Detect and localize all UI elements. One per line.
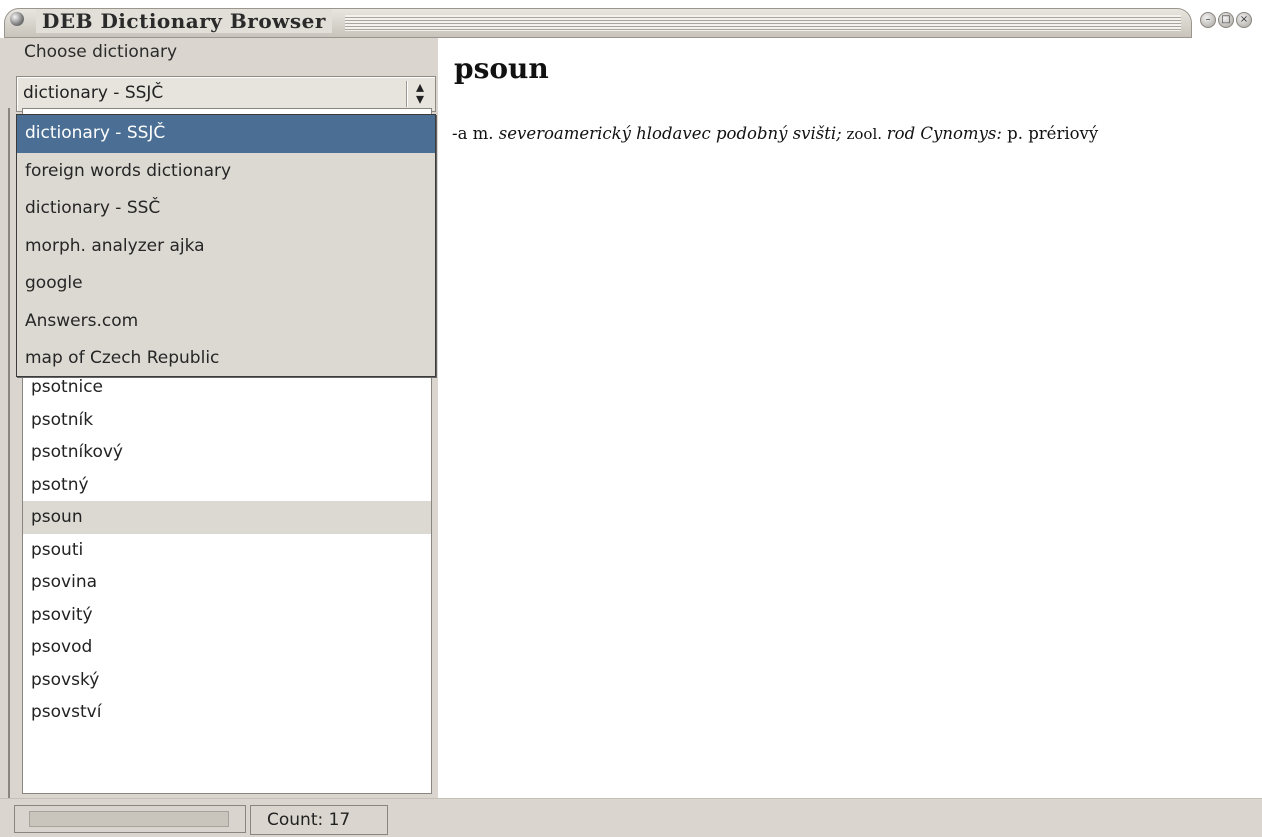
definition-example: p. prériový	[1001, 124, 1099, 143]
count-text: Count: 17	[267, 810, 351, 830]
progress-frame	[14, 805, 246, 833]
window-menu-icon[interactable]	[10, 12, 24, 26]
word-list-item[interactable]: psotníkový	[23, 436, 431, 469]
word-list-item[interactable]: psoun	[23, 501, 431, 534]
window-title: DEB Dictionary Browser	[36, 9, 332, 33]
word-list-item[interactable]: psovství	[23, 696, 431, 729]
dictionary-dropdown-menu[interactable]: dictionary - SSJČ foreign words dictionar…	[16, 114, 436, 377]
dropdown-option[interactable]: dictionary - SSČ	[17, 190, 435, 228]
dropdown-option[interactable]: morph. analyzer ajka	[17, 228, 435, 266]
word-list-item[interactable]: psovod	[23, 631, 431, 664]
definition-domain: zool.	[841, 125, 887, 143]
word-list-items: psotnice psotník psotníkový psotný psoun psou…	[23, 371, 431, 729]
entry-view: psoun -a m. severoamerický hlodavec podo…	[438, 38, 1262, 798]
close-icon[interactable]: ×	[1236, 12, 1252, 28]
entry-headword: psoun	[454, 52, 549, 85]
combo-separator	[406, 81, 407, 107]
dropdown-option[interactable]: dictionary - SSJČ	[17, 115, 435, 153]
progress-bar	[29, 811, 229, 827]
window-titlebar[interactable]: DEB Dictionary Browser – □ ×	[0, 0, 1262, 38]
word-list-item[interactable]: psovina	[23, 566, 431, 599]
definition-grammar: -a m.	[452, 124, 499, 143]
window-buttons: – □ ×	[1200, 12, 1252, 30]
word-list-item[interactable]: psotník	[23, 404, 431, 437]
minimize-icon[interactable]: –	[1200, 12, 1216, 28]
count-box: Count: 17	[250, 805, 388, 835]
word-list-item[interactable]: psovský	[23, 664, 431, 697]
definition-genus: rod Cynomys:	[886, 124, 1002, 143]
titlebar-groove	[345, 15, 1181, 31]
maximize-icon[interactable]: □	[1218, 12, 1234, 28]
word-list-item[interactable]: psovitý	[23, 599, 431, 632]
word-list-item[interactable]: psouti	[23, 534, 431, 567]
dropdown-option[interactable]: google	[17, 265, 435, 303]
entry-definition: -a m. severoamerický hlodavec podobný sv…	[452, 124, 1098, 143]
updown-arrow-icon[interactable]: ▴ ▾	[413, 79, 427, 107]
choose-dictionary-label: Choose dictionary	[24, 42, 178, 62]
dictionary-select-value: dictionary - SSJČ	[23, 83, 164, 103]
definition-meaning: severoamerický hlodavec podobný svišti;	[498, 124, 842, 143]
dropdown-option[interactable]: map of Czech Republic	[17, 340, 435, 378]
dropdown-option[interactable]: Answers.com	[17, 303, 435, 341]
dropdown-option[interactable]: foreign words dictionary	[17, 153, 435, 191]
word-list-item[interactable]: psotný	[23, 469, 431, 502]
dictionary-select[interactable]: dictionary - SSJČ ▴ ▾	[16, 76, 436, 112]
status-bar: Count: 17	[0, 798, 1262, 837]
